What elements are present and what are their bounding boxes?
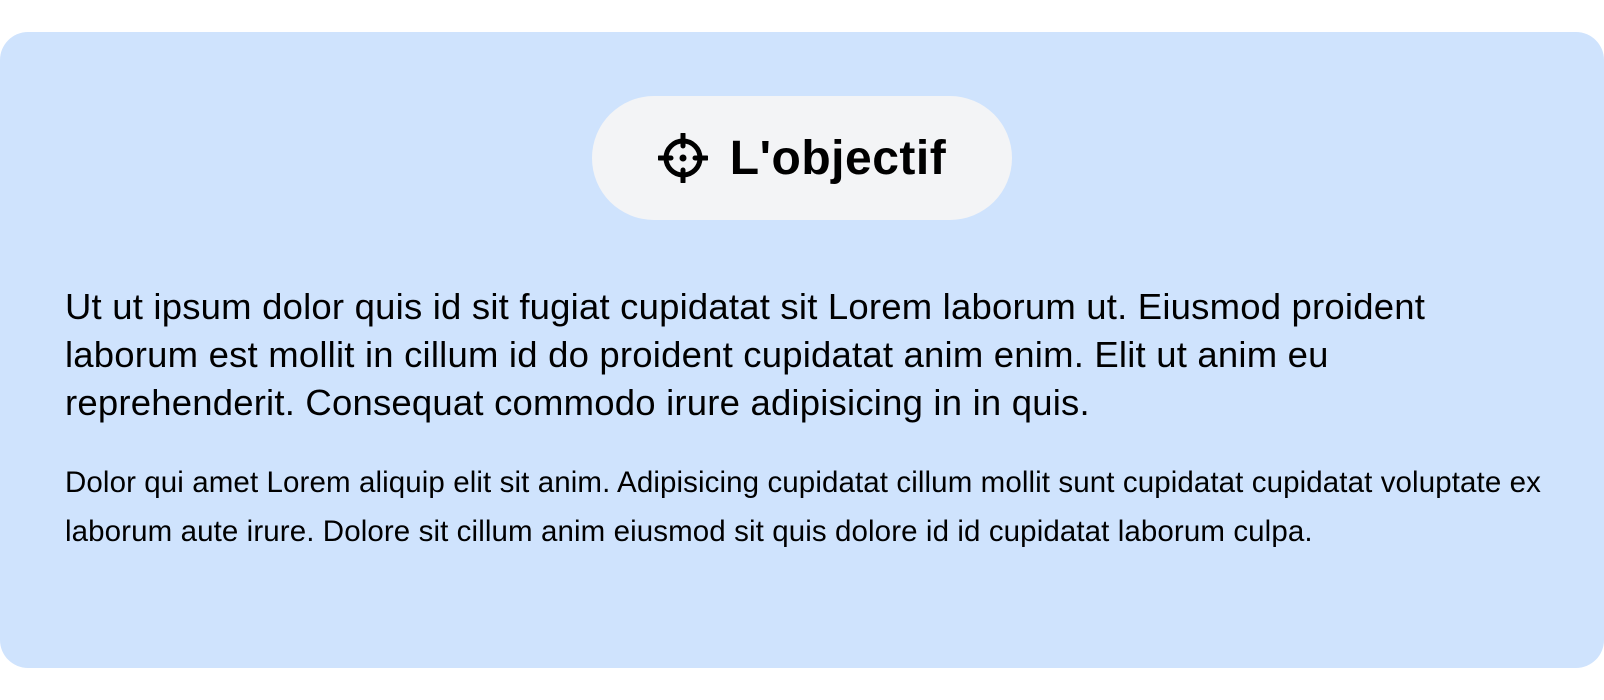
objective-title: L'objectif	[729, 131, 947, 185]
objective-card: L'objectif Ut ut ipsum dolor quis id sit…	[0, 32, 1604, 668]
objective-badge[interactable]: L'objectif	[592, 96, 1012, 220]
lead-paragraph: Ut ut ipsum dolor quis id sit fugiat cup…	[65, 286, 1426, 423]
crosshair-icon	[657, 133, 708, 183]
body-paragraph: Dolor qui amet Lorem aliquip elit sit an…	[65, 466, 1541, 548]
